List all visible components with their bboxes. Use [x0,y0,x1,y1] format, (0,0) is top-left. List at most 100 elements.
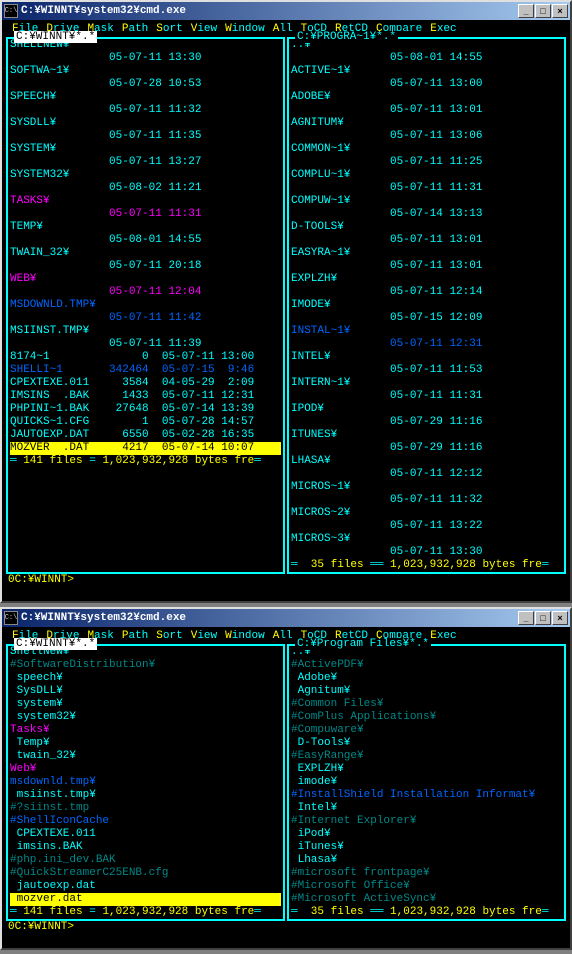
close-button[interactable]: × [552,611,568,625]
file-row[interactable]: IMSINS .BAK 1433 05-07-11 12:31 [10,390,281,403]
minimize-button[interactable]: _ [518,4,534,18]
file-row[interactable]: #SoftwareDistribution¥ [10,659,281,672]
file-row[interactable]: Lhasa¥ [291,854,562,867]
file-row[interactable]: system¥ [10,698,281,711]
command-prompt[interactable]: 0C:¥WINNT> [6,574,566,589]
file-row[interactable]: #Internet Explorer¥ [291,815,562,828]
file-row[interactable]: msdownld.tmp¥ [10,776,281,789]
file-row[interactable]: SysDLL¥ [10,685,281,698]
file-row[interactable]: #Common Files¥ [291,698,562,711]
file-row[interactable]: ADOBE¥ 05-07-11 13:01 [291,91,562,117]
file-row[interactable]: system32¥ [10,711,281,724]
close-button[interactable]: × [552,4,568,18]
file-row[interactable]: ITUNES¥ 05-07-29 11:16 [291,429,562,455]
file-row[interactable]: INTEL¥ 05-07-11 11:53 [291,351,562,377]
file-row[interactable]: msiinst.tmp¥ [10,789,281,802]
file-row[interactable]: Adobe¥ [291,672,562,685]
file-row[interactable]: MSIINST.TMP¥ 05-07-11 11:39 [10,325,281,351]
file-row[interactable]: MICROS~1¥ 05-07-11 11:32 [291,481,562,507]
menu-sort[interactable]: Sort [152,23,186,35]
app-icon: C:\ [4,4,18,18]
file-row[interactable]: WEB¥ 05-07-11 12:04 [10,273,281,299]
file-row[interactable]: SYSDLL¥ 05-07-11 11:35 [10,117,281,143]
command-prompt[interactable]: 0C:¥WINNT> [6,921,566,936]
menu-sort[interactable]: Sort [152,630,186,642]
file-row[interactable]: Temp¥ [10,737,281,750]
menu-exec[interactable]: Exec [426,23,460,35]
file-row[interactable]: #php.ini_dev.BAK [10,854,281,867]
file-row[interactable]: jautoexp.dat [10,880,281,893]
file-row[interactable]: #ComPlus Applications¥ [291,711,562,724]
file-row[interactable]: SPEECH¥ 05-07-11 11:32 [10,91,281,117]
file-row[interactable]: iTunes¥ [291,841,562,854]
file-row[interactable]: twain_32¥ [10,750,281,763]
menu-path[interactable]: Path [118,630,152,642]
file-row[interactable]: mozver.dat [10,893,281,906]
menu-view[interactable]: View [187,630,221,642]
file-row[interactable]: MOZVER .DAT 4217 05-07-14 10:07 [10,442,281,455]
file-row[interactable]: TEMP¥ 05-08-01 14:55 [10,221,281,247]
file-row[interactable]: EXPLZH¥ [291,763,562,776]
file-row[interactable]: #InstallShield Installation Informat¥ [291,789,562,802]
file-row[interactable]: #Microsoft Office¥ [291,880,562,893]
file-row[interactable]: COMPLU~1¥ 05-07-11 11:31 [291,169,562,195]
file-row[interactable]: JAUTOEXP.DAT 6550 05-02-28 16:35 [10,429,281,442]
file-row[interactable]: AGNITUM¥ 05-07-11 13:06 [291,117,562,143]
file-row[interactable]: D-TOOLS¥ 05-07-11 13:01 [291,221,562,247]
maximize-button[interactable]: □ [535,611,551,625]
file-row[interactable]: #Microsoft ActiveSync¥ [291,893,562,906]
file-row[interactable]: MICROS~2¥ 05-07-11 13:22 [291,507,562,533]
file-row[interactable]: PHPINI~1.BAK 27648 05-07-14 13:39 [10,403,281,416]
file-row[interactable]: TASKS¥ 05-07-11 11:31 [10,195,281,221]
panel-status: ═ 141 files = 1,023,932,928 bytes fre═ [10,455,281,468]
file-row[interactable]: TWAIN_32¥ 05-07-11 20:18 [10,247,281,273]
file-row[interactable]: #microsoft frontpage¥ [291,867,562,880]
file-row[interactable]: MICROS~3¥ 05-07-11 13:30 [291,533,562,559]
file-row[interactable]: Web¥ [10,763,281,776]
file-row[interactable]: #EasyRange¥ [291,750,562,763]
menu-view[interactable]: View [187,23,221,35]
file-row[interactable]: COMPUW~1¥ 05-07-14 13:13 [291,195,562,221]
file-row[interactable]: SYSTEM32¥ 05-08-02 11:21 [10,169,281,195]
file-row[interactable]: #?siinst.tmp [10,802,281,815]
file-row[interactable]: ACTIVE~1¥ 05-07-11 13:00 [291,65,562,91]
file-row[interactable]: speech¥ [10,672,281,685]
menu-all[interactable]: All [269,630,297,642]
file-row[interactable]: SHELLI~1 342464 05-07-15 9:46 [10,364,281,377]
file-row[interactable]: IMODE¥ 05-07-15 12:09 [291,299,562,325]
maximize-button[interactable]: □ [535,4,551,18]
file-row[interactable]: imode¥ [291,776,562,789]
file-row[interactable]: SOFTWA~1¥ 05-07-28 10:53 [10,65,281,91]
file-row[interactable]: Agnitum¥ [291,685,562,698]
file-row[interactable]: QUICKS~1.CFG 1 05-07-28 14:57 [10,416,281,429]
file-row[interactable]: #ShellIconCache [10,815,281,828]
file-row[interactable]: #Compuware¥ [291,724,562,737]
file-row[interactable]: Intel¥ [291,802,562,815]
left-panel: C:¥WINNT¥*.* ShellNew¥#SoftwareDistribut… [6,644,285,921]
file-row[interactable]: 8174~1 0 05-07-11 13:00 [10,351,281,364]
menu-window[interactable]: Window [221,23,269,35]
file-row[interactable]: imsins.BAK [10,841,281,854]
menu-path[interactable]: Path [118,23,152,35]
file-row[interactable]: SYSTEM¥ 05-07-11 13:27 [10,143,281,169]
file-row[interactable]: COMMON~1¥ 05-07-11 11:25 [291,143,562,169]
file-row[interactable]: INSTAL~1¥ 05-07-11 12:31 [291,325,562,351]
file-list: ..¥ 05-08-01 14:55ACTIVE~1¥ 05-07-11 13:… [291,39,562,559]
file-row[interactable]: MSDOWNLD.TMP¥ 05-07-11 11:42 [10,299,281,325]
file-row[interactable]: EASYRA~1¥ 05-07-11 13:01 [291,247,562,273]
file-row[interactable]: Tasks¥ [10,724,281,737]
file-row[interactable]: IPOD¥ 05-07-29 11:16 [291,403,562,429]
file-row[interactable]: LHASA¥ 05-07-11 12:12 [291,455,562,481]
file-row[interactable]: #QuickStreamerC25ENB.cfg [10,867,281,880]
file-row[interactable]: CPEXTEXE.011 [10,828,281,841]
menu-exec[interactable]: Exec [426,630,460,642]
minimize-button[interactable]: _ [518,611,534,625]
file-row[interactable]: CPEXTEXE.011 3584 04-05-29 2:09 [10,377,281,390]
menu-window[interactable]: Window [221,630,269,642]
menu-all[interactable]: All [269,23,297,35]
file-row[interactable]: INTERN~1¥ 05-07-11 11:31 [291,377,562,403]
file-row[interactable]: iPod¥ [291,828,562,841]
file-row[interactable]: EXPLZH¥ 05-07-11 12:14 [291,273,562,299]
file-row[interactable]: #ActivePDF¥ [291,659,562,672]
file-row[interactable]: D-Tools¥ [291,737,562,750]
